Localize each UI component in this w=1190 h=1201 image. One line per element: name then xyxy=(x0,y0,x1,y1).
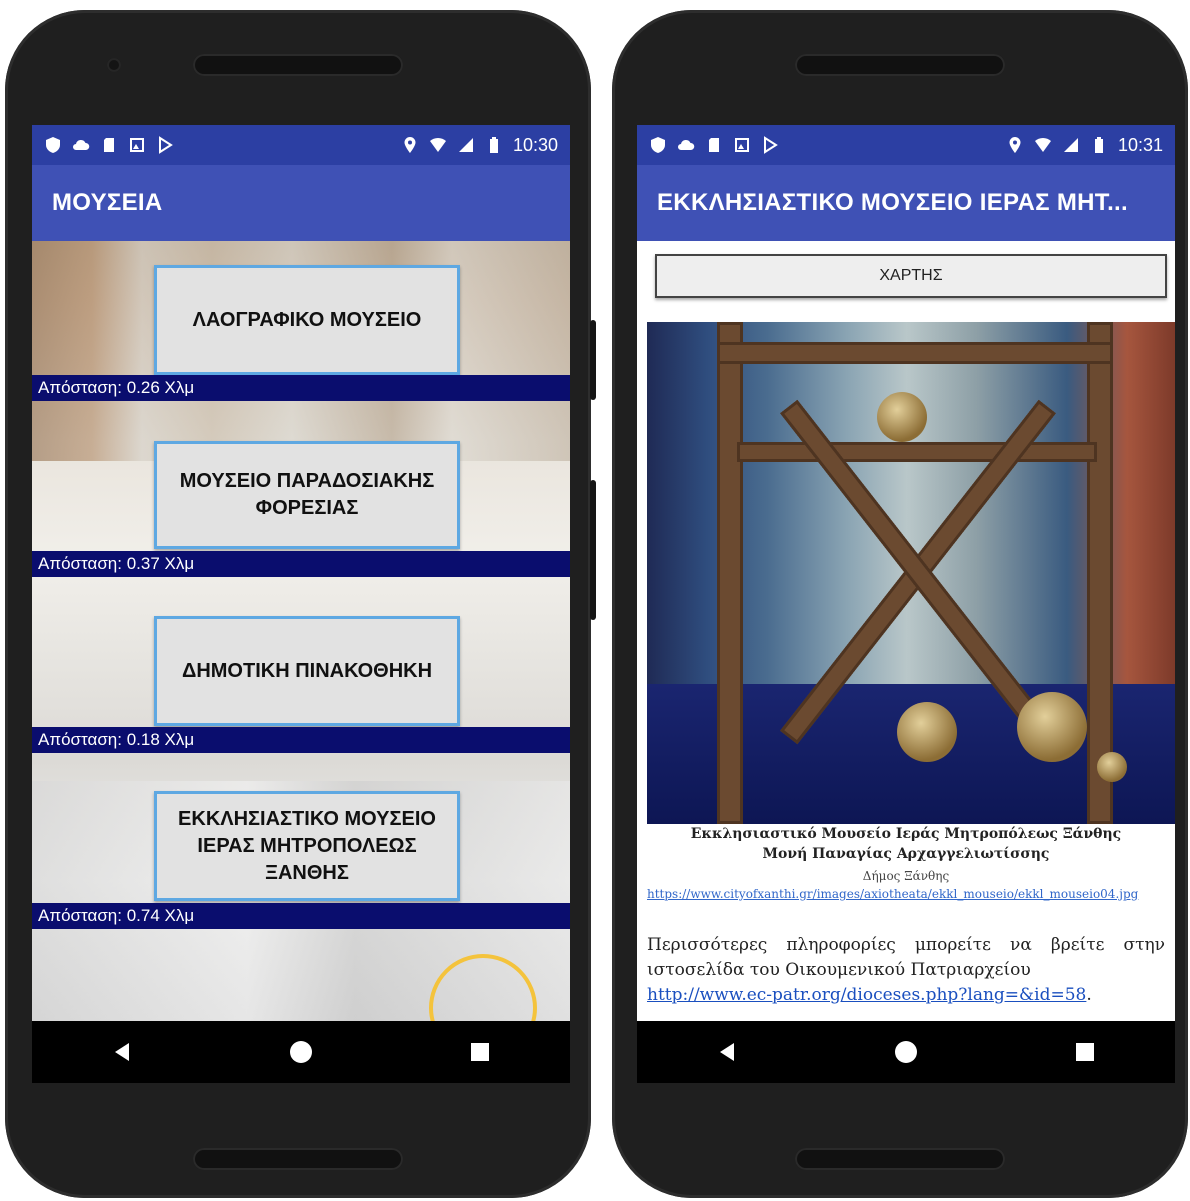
wifi-icon xyxy=(429,137,446,152)
phone-left: 10:30 ΜΟΥΣΕΙΑ ΛΑΟΓΡΑΦΙΚΟ ΜΟΥΣΕΙΟ Απόστασ… xyxy=(5,10,596,1198)
power-button xyxy=(590,480,596,620)
navigation-bar xyxy=(32,1021,570,1083)
museum-button-costume[interactable]: ΜΟΥΣΕΙΟ ΠΑΡΑΔΟΣΙΑΚΗΣ ΦΟΡΕΣΙΑΣ xyxy=(154,441,460,549)
volume-button xyxy=(590,320,596,400)
distance-label: Απόσταση: 0.37 Χλμ xyxy=(32,551,570,577)
wood-beam xyxy=(717,342,1113,364)
shield-icon xyxy=(46,137,60,153)
back-button[interactable] xyxy=(102,1032,142,1072)
sd-card-icon xyxy=(104,138,114,152)
lamp xyxy=(1097,752,1127,782)
wood-beam xyxy=(717,322,743,824)
recents-button[interactable] xyxy=(460,1032,500,1072)
screen-museum-detail: 10:31 ΕΚΚΛΗΣΙΑΣΤΙΚΟ ΜΟΥΣΕΙΟ ΙΕΡΑΣ ΜΗΤ...… xyxy=(637,125,1175,1083)
shield-icon xyxy=(651,137,665,153)
museum-button-ecclesiastical[interactable]: ΕΚΚΛΗΣΙΑΣΤΙΚΟ ΜΟΥΣΕΙΟ ΙΕΡΑΣ ΜΗΤΡΟΠΟΛΕΩΣ … xyxy=(154,791,460,901)
play-store-icon xyxy=(159,136,173,154)
info-text: Περισσότερες πληροφορίες μπορείτε να βρε… xyxy=(647,935,1165,980)
app-title: ΜΟΥΣΕΙΑ xyxy=(32,165,570,241)
photo-caption-title: Εκκλησιαστικό Μουσείο Ιεράς Μητροπόλεως … xyxy=(690,826,1122,842)
home-button[interactable] xyxy=(281,1032,321,1072)
top-speaker xyxy=(193,54,403,76)
top-speaker xyxy=(795,54,1005,76)
wood-beam xyxy=(1087,322,1113,824)
wifi-icon xyxy=(1034,137,1051,152)
app-title: ΕΚΚΛΗΣΙΑΣΤΙΚΟ ΜΟΥΣΕΙΟ ΙΕΡΑΣ ΜΗΤ... xyxy=(637,165,1175,241)
museum-list[interactable]: ΛΑΟΓΡΑΦΙΚΟ ΜΟΥΣΕΙΟ Απόσταση: 0.26 Χλμ ΜΟ… xyxy=(32,241,570,1083)
screen-museum-list: 10:30 ΜΟΥΣΕΙΑ ΛΑΟΓΡΑΦΙΚΟ ΜΟΥΣΕΙΟ Απόστασ… xyxy=(32,125,570,1083)
status-time: 10:30 xyxy=(512,134,558,155)
location-icon xyxy=(1009,137,1021,153)
bottom-speaker xyxy=(795,1148,1005,1170)
museum-button-folklore[interactable]: ΛΑΟΓΡΑΦΙΚΟ ΜΟΥΣΕΙΟ xyxy=(154,265,460,375)
museum-photo xyxy=(647,322,1175,824)
home-button[interactable] xyxy=(886,1032,926,1072)
phone-right: 10:31 ΕΚΚΛΗΣΙΑΣΤΙΚΟ ΜΟΥΣΕΙΟ ΙΕΡΑΣ ΜΗΤ...… xyxy=(612,10,1188,1198)
location-icon xyxy=(404,137,416,153)
home-icon xyxy=(289,1041,312,1063)
recents-icon xyxy=(1076,1043,1095,1061)
status-bar: 10:30 xyxy=(32,125,570,165)
cloud-icon xyxy=(73,139,90,150)
patriarchate-link[interactable]: http://www.ec-patr.org/dioceses.php?lang… xyxy=(647,985,1086,1005)
wood-beam xyxy=(737,442,1097,462)
recents-icon xyxy=(471,1043,490,1061)
chalice xyxy=(897,702,957,762)
signal-icon xyxy=(458,138,473,152)
battery-icon xyxy=(489,137,498,153)
info-paragraph: Περισσότερες πληροφορίες μπορείτε να βρε… xyxy=(647,935,1165,1005)
map-button[interactable]: ΧΑΡΤΗΣ xyxy=(655,254,1167,298)
photo-caption-subtitle: Μονή Παναγίας Αρχαγγελιωτίσσης xyxy=(762,846,1050,862)
status-time: 10:31 xyxy=(1117,134,1163,155)
home-icon xyxy=(894,1041,917,1063)
cloud-icon xyxy=(678,139,695,150)
play-store-icon xyxy=(764,136,778,154)
signal-icon xyxy=(1063,138,1078,152)
distance-label: Απόσταση: 0.26 Χλμ xyxy=(32,375,570,401)
museum-detail-content[interactable]: ΧΑΡΤΗΣ Εκκλησιαστικό Μουσείο Ιεράς Μητρο… xyxy=(637,241,1175,1021)
back-icon xyxy=(114,1043,129,1061)
distance-label: Απόσταση: 0.74 Χλμ xyxy=(32,903,570,929)
recents-button[interactable] xyxy=(1065,1032,1105,1072)
distance-label: Απόσταση: 0.18 Χλμ xyxy=(32,727,570,753)
back-button[interactable] xyxy=(707,1032,747,1072)
sd-card-icon xyxy=(709,138,719,152)
navigation-bar xyxy=(637,1021,1175,1083)
photo-source-link[interactable]: https://www.cityofxanthi.gr/images/axiot… xyxy=(647,887,1175,901)
front-camera xyxy=(107,58,121,72)
plate xyxy=(1017,692,1087,762)
bottom-speaker xyxy=(193,1148,403,1170)
photo-credit: Δήμος Ξάνθης xyxy=(862,869,950,883)
medallion xyxy=(877,392,927,442)
image-icon xyxy=(735,138,749,152)
status-bar: 10:31 xyxy=(637,125,1175,165)
back-icon xyxy=(719,1043,734,1061)
image-icon xyxy=(130,138,144,152)
museum-button-gallery[interactable]: ΔΗΜΟΤΙΚΗ ΠΙΝΑΚΟΘΗΚΗ xyxy=(154,616,460,726)
battery-icon xyxy=(1094,137,1103,153)
